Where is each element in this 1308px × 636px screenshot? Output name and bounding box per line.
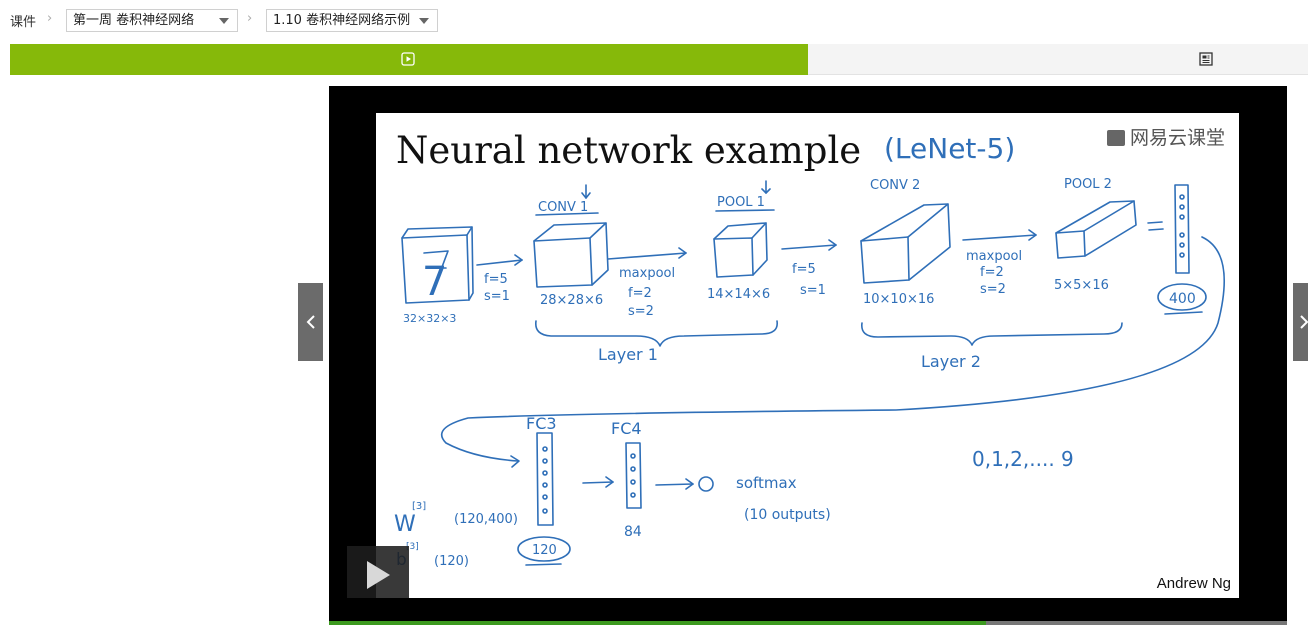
weight-shape-label: (120,400)	[454, 512, 518, 527]
softmax-label: softmax	[736, 474, 797, 492]
pool2-size-label: 5×5×16	[1054, 278, 1109, 293]
pool2-label: POOL 2	[1064, 177, 1112, 192]
chevron-right-icon: ›	[247, 11, 253, 26]
play-icon	[401, 52, 415, 66]
tab-notes[interactable]	[808, 44, 1308, 75]
document-icon	[1199, 52, 1213, 66]
fc3-size-label: 120	[532, 543, 557, 558]
slide: Neural network example 网易云课堂 32×32×3 f=5…	[376, 113, 1239, 598]
tab-video[interactable]	[10, 44, 808, 75]
weight-label: W	[394, 512, 416, 537]
conv2-param-s: s=1	[800, 283, 826, 298]
week-select-value: 第一周 卷积神经网络	[73, 13, 195, 28]
pool1-param-f: f=2	[628, 286, 652, 301]
input-size-label: 32×32×3	[403, 312, 456, 325]
content-tab-bar	[10, 44, 1308, 75]
lesson-select-value: 1.10 卷积神经网络示例	[273, 13, 411, 28]
fc3-label: FC3	[526, 414, 557, 433]
video-player[interactable]: Neural network example 网易云课堂 32×32×3 f=5…	[329, 86, 1287, 622]
pool1-param-s: s=2	[628, 304, 654, 319]
pool1-size-label: 14×14×6	[707, 287, 770, 302]
bias-shape-label: (120)	[434, 554, 469, 569]
play-button[interactable]	[347, 546, 409, 598]
conv1-label: CONV 1	[538, 200, 588, 215]
outputs-label: (10 outputs)	[744, 507, 831, 523]
author-credit: Andrew Ng	[1156, 575, 1231, 592]
pool2-param-s: s=2	[980, 282, 1006, 297]
conv2-param-f: f=5	[792, 262, 816, 277]
input-digit: 7	[422, 259, 447, 305]
next-button[interactable]	[1293, 283, 1308, 361]
chevron-right-icon: ›	[47, 11, 53, 26]
handwritten-diagram: 32×32×3 f=5 s=1 CONV 1 28×28×6 maxpool f…	[394, 132, 1226, 570]
conv1-param-f: f=5	[484, 272, 508, 287]
conv1-size-label: 28×28×6	[540, 293, 603, 308]
chevron-down-icon	[219, 18, 229, 24]
chevron-right-icon	[1300, 315, 1308, 329]
layer2-label: Layer 2	[921, 352, 981, 371]
pool2-param-type: maxpool	[966, 249, 1022, 264]
conv2-label: CONV 2	[870, 178, 920, 193]
flat-size-label: 400	[1169, 291, 1196, 307]
fc4-size-label: 84	[624, 524, 642, 540]
pool2-param-f: f=2	[980, 265, 1004, 280]
conv1-param-s: s=1	[484, 289, 510, 304]
pool1-param-type: maxpool	[619, 266, 675, 281]
breadcrumb-root[interactable]: 课件	[10, 11, 36, 30]
play-icon	[367, 561, 390, 589]
lesson-select[interactable]: 1.10 卷积神经网络示例	[266, 9, 438, 32]
layer1-label: Layer 1	[598, 345, 658, 364]
previous-button[interactable]	[298, 283, 323, 361]
weight-superscript: [3]	[412, 501, 426, 512]
chevron-left-icon	[306, 315, 315, 329]
progress-bar-fill	[329, 621, 987, 625]
classes-label: 0,1,2,.... 9	[972, 447, 1074, 471]
week-select[interactable]: 第一周 卷积神经网络	[66, 9, 238, 32]
conv2-size-label: 10×10×16	[863, 292, 934, 307]
fc4-label: FC4	[611, 419, 642, 438]
lenet-note: (LeNet-5)	[884, 132, 1015, 165]
chevron-down-icon	[419, 18, 429, 24]
progress-bar[interactable]	[329, 621, 1287, 625]
pool1-label: POOL 1	[717, 195, 765, 210]
